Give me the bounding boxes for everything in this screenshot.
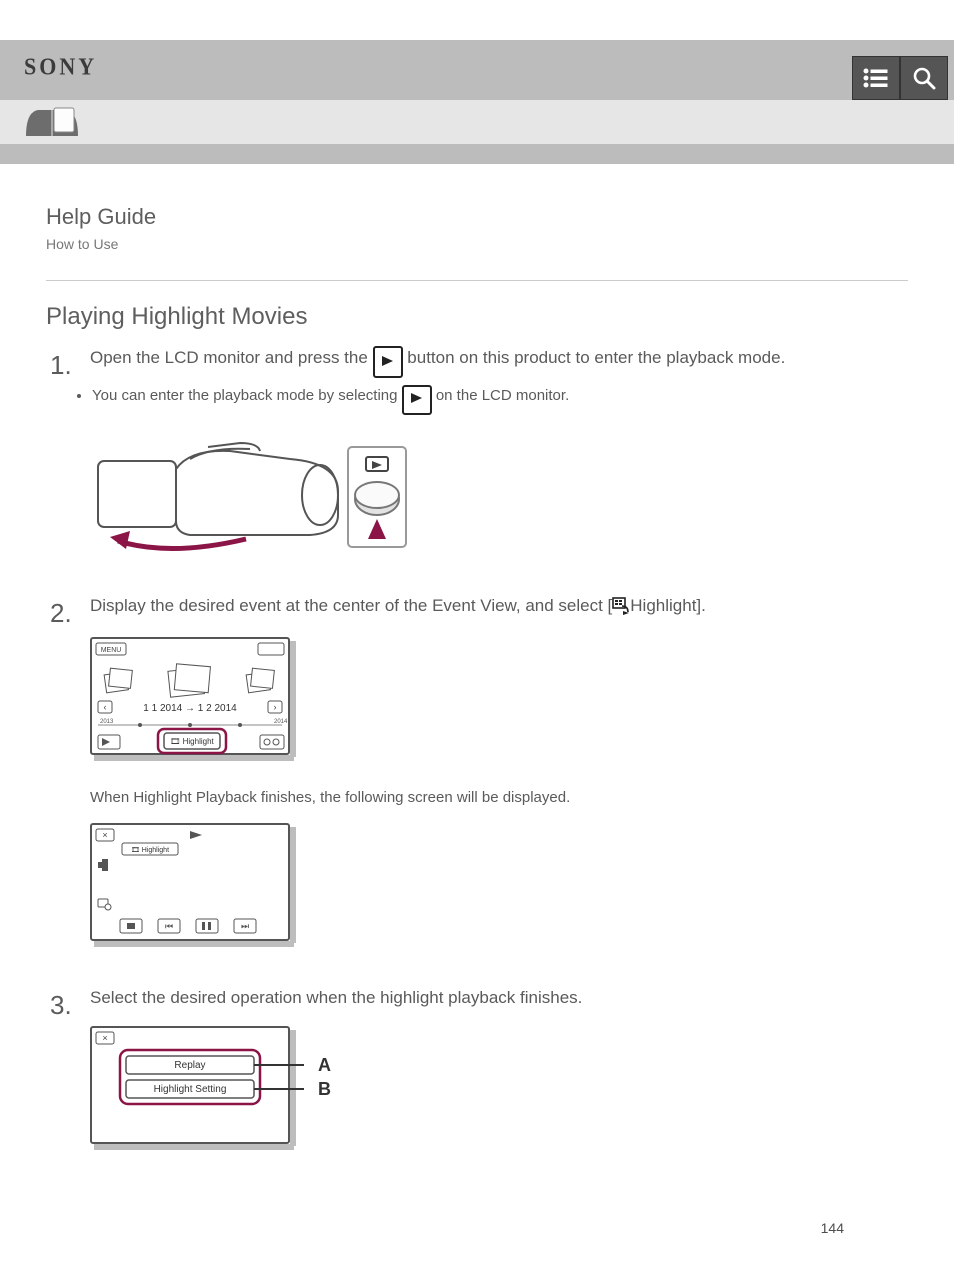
svg-text:⏭: ⏭ [241,921,249,931]
header-bar: SONY [0,40,954,100]
list-icon [863,68,889,88]
page-content: Help Guide How to Use Playing Highlight … [46,164,908,1164]
separator [46,280,908,281]
search-icon [912,66,936,90]
svg-text:2014: 2014 [274,719,288,725]
svg-text:‹: ‹ [104,702,107,712]
scenario-icon [612,597,630,623]
menu-label: MENU [101,647,122,654]
section-title: Playing Highlight Movies [46,303,908,331]
svg-text:›: › [274,702,277,712]
search-button[interactable] [900,56,948,100]
doc-subtitle: How to Use [46,236,908,252]
date-range: 1 1 2014 → 1 2 2014 [143,703,237,714]
step-3: Select the desired operation when the hi… [46,985,908,1164]
step-2-text-a: Display the desired event at the center … [90,596,612,615]
figure-camcorder [90,429,908,567]
svg-text:🎞 Highlight: 🎞 Highlight [131,847,169,854]
step-1-text-b: button on this product to enter the play… [407,348,785,367]
svg-text:🎞 Highlight: 🎞 Highlight [170,737,214,746]
figure-end-screen: × Replay Highlight Setting A B [90,1026,908,1164]
svg-text:Replay: Replay [174,1060,205,1071]
header-actions [852,56,948,100]
page-number: 144 [0,1190,954,1276]
step-1: Open the LCD monitor and press the butto… [46,345,908,567]
list-button[interactable] [852,56,900,100]
playback-button-icon [373,346,403,378]
step-2: Display the desired event at the center … [46,593,908,959]
step-2-substep: When Highlight Playback finishes, the fo… [90,786,908,809]
label-b: B [318,1079,331,1099]
top-margin [0,0,954,40]
svg-text:2013: 2013 [100,719,114,725]
bullet-text-a: You can enter the playback mode by selec… [92,387,402,404]
figure-playback: × 🎞 Highlight [90,823,908,959]
label-a: A [318,1055,331,1075]
playback-button-icon-small [402,385,432,414]
svg-text:×: × [102,830,107,840]
svg-text:⏮: ⏮ [165,921,173,931]
step-list: Open the LCD monitor and press the butto… [46,345,908,1164]
step-2-text-b: Highlight]. [630,596,706,615]
step-1-text-a: Open the LCD monitor and press the [90,348,373,367]
brand-logo: SONY [24,53,97,82]
figure-event-view: MENU [90,637,908,773]
step-1-bullet: You can enter the playback mode by selec… [92,384,908,414]
header-underbar [0,144,954,164]
doc-title: Help Guide [46,204,908,230]
svg-text:×: × [102,1033,107,1043]
bullet-text-b: on the LCD monitor. [436,387,569,404]
step-3-text: Select the desired operation when the hi… [90,988,582,1007]
help-guide-icon [22,102,82,147]
svg-text:Highlight Setting: Highlight Setting [154,1084,227,1095]
guide-band [0,100,954,144]
step-1-bullet-item: You can enter the playback mode by selec… [92,384,908,414]
